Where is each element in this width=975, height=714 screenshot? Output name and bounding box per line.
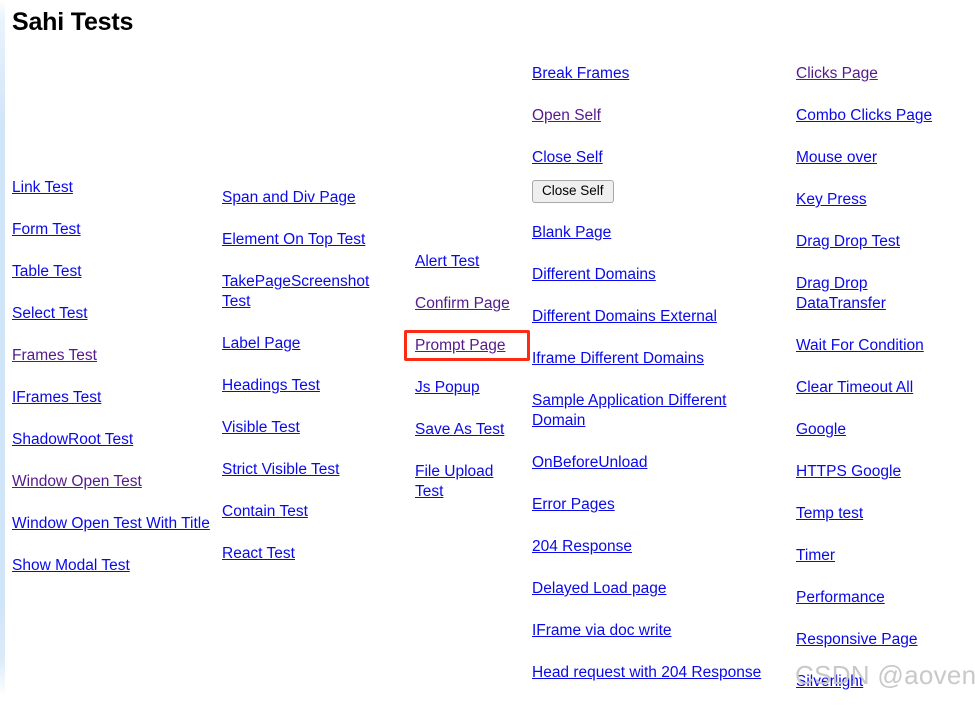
- link-shadowroot-test[interactable]: ShadowRoot Test: [12, 430, 212, 450]
- link-visible-test[interactable]: Visible Test: [222, 418, 397, 438]
- link-js-popup[interactable]: Js Popup: [415, 378, 525, 398]
- link-delayed-load-page[interactable]: Delayed Load page: [532, 579, 762, 599]
- link-error-pages[interactable]: Error Pages: [532, 495, 762, 515]
- link-contain-test[interactable]: Contain Test: [222, 502, 397, 522]
- link-file-upload-test[interactable]: File Upload Test: [415, 462, 505, 502]
- link-clicks-page[interactable]: Clicks Page: [796, 64, 966, 84]
- link-head-request-with-204-response[interactable]: Head request with 204 Response: [532, 663, 762, 683]
- link-element-on-top-test[interactable]: Element On Top Test: [222, 230, 397, 250]
- link-frames-test[interactable]: Frames Test: [12, 346, 212, 366]
- link-204-response[interactable]: 204 Response: [532, 537, 762, 557]
- link-iframe-via-doc-write[interactable]: IFrame via doc write: [532, 621, 762, 641]
- link-show-modal-test[interactable]: Show Modal Test: [12, 556, 212, 576]
- link-different-domains[interactable]: Different Domains: [532, 265, 762, 285]
- link-combo-clicks-page[interactable]: Combo Clicks Page: [796, 106, 966, 126]
- link-iframe-different-domains[interactable]: Iframe Different Domains: [532, 349, 762, 369]
- link-onbeforeunload[interactable]: OnBeforeUnload: [532, 453, 762, 473]
- link-table-test[interactable]: Table Test: [12, 262, 212, 282]
- link-break-frames[interactable]: Break Frames: [532, 64, 762, 84]
- link-label-page[interactable]: Label Page: [222, 334, 397, 354]
- link-save-as-test[interactable]: Save As Test: [415, 420, 525, 440]
- link-open-self[interactable]: Open Self: [532, 106, 762, 126]
- link-prompt-page[interactable]: Prompt Page: [415, 336, 525, 356]
- link-responsive-page[interactable]: Responsive Page: [796, 630, 966, 650]
- link-google[interactable]: Google: [796, 420, 966, 440]
- close-self-button[interactable]: Close Self: [532, 180, 614, 203]
- link-column-4: Break Frames Open Self Close Self Close …: [532, 64, 762, 705]
- link-window-open-test-with-title[interactable]: Window Open Test With Title: [12, 514, 210, 534]
- link-mouse-over[interactable]: Mouse over: [796, 148, 966, 168]
- link-column-5: Clicks Page Combo Clicks Page Mouse over…: [796, 64, 966, 714]
- link-performance[interactable]: Performance: [796, 588, 966, 608]
- link-link-test[interactable]: Link Test: [12, 178, 212, 198]
- link-window-open-test[interactable]: Window Open Test: [12, 472, 212, 492]
- link-clear-timeout-all[interactable]: Clear Timeout All: [796, 378, 966, 398]
- link-wait-for-condition[interactable]: Wait For Condition: [796, 336, 966, 356]
- link-drag-drop-test[interactable]: Drag Drop Test: [796, 232, 966, 252]
- link-react-test[interactable]: React Test: [222, 544, 397, 564]
- link-close-self[interactable]: Close Self: [532, 148, 762, 168]
- left-edge-accent-strip: [0, 0, 5, 697]
- link-column-3: Alert Test Confirm Page Prompt Page Js P…: [415, 252, 525, 524]
- page-title: Sahi Tests: [12, 8, 134, 36]
- link-different-domains-external[interactable]: Different Domains External: [532, 307, 762, 327]
- link-column-1: Link Test Form Test Table Test Select Te…: [12, 178, 212, 598]
- link-temp-test[interactable]: Temp test: [796, 504, 966, 524]
- link-form-test[interactable]: Form Test: [12, 220, 212, 240]
- link-drag-drop-datatransfer[interactable]: Drag Drop DataTransfer: [796, 274, 888, 314]
- link-takepagescreenshot-test[interactable]: TakePageScreenshot Test: [222, 272, 392, 312]
- link-https-google[interactable]: HTTPS Google: [796, 462, 966, 482]
- link-blank-page[interactable]: Blank Page: [532, 223, 762, 243]
- link-sample-application-different-domain[interactable]: Sample Application Different Domain: [532, 391, 760, 431]
- close-self-button-wrapper: Close Self: [532, 180, 762, 203]
- link-column-2: Span and Div Page Element On Top Test Ta…: [222, 188, 397, 586]
- link-span-and-div-page[interactable]: Span and Div Page: [222, 188, 397, 208]
- link-iframes-test[interactable]: IFrames Test: [12, 388, 212, 408]
- link-key-press[interactable]: Key Press: [796, 190, 966, 210]
- link-silverlight[interactable]: Silverlight: [796, 672, 966, 692]
- link-headings-test[interactable]: Headings Test: [222, 376, 397, 396]
- link-timer[interactable]: Timer: [796, 546, 966, 566]
- link-alert-test[interactable]: Alert Test: [415, 252, 525, 272]
- link-strict-visible-test[interactable]: Strict Visible Test: [222, 460, 397, 480]
- link-select-test[interactable]: Select Test: [12, 304, 212, 324]
- link-confirm-page[interactable]: Confirm Page: [415, 294, 525, 314]
